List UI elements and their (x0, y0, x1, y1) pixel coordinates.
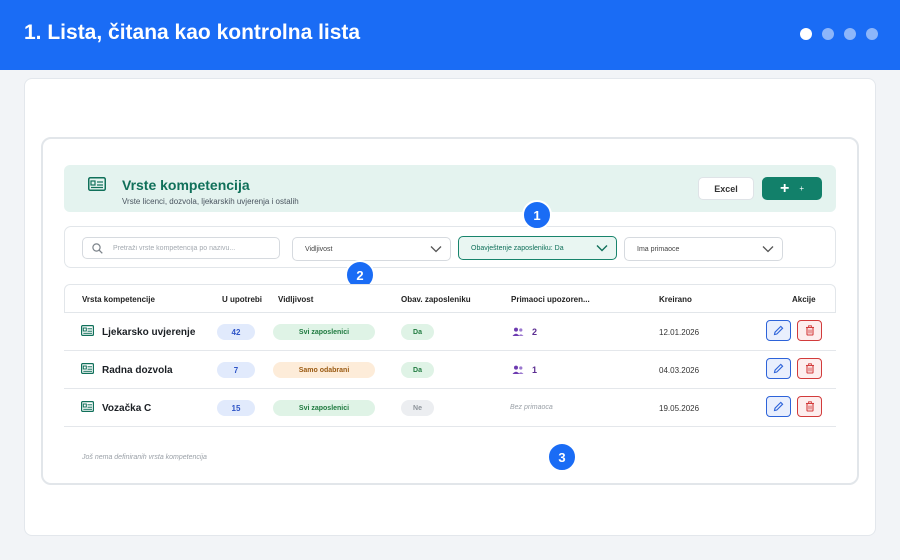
add-button-label: + (799, 183, 804, 193)
trash-icon (805, 363, 814, 374)
competency-name[interactable]: Radna dozvola (102, 365, 173, 376)
step-dot-2[interactable] (822, 28, 834, 40)
visibility-badge: Svi zaposlenici (273, 324, 375, 340)
step-dot-4[interactable] (866, 28, 878, 40)
competency-table: Vrsta kompetencije U upotrebi Vidljivost… (64, 284, 836, 428)
notify-select-value: Obavještenje zaposleniku: Da (471, 245, 564, 252)
in-use-count: 7 (217, 362, 255, 378)
callout-marker-3: 3 (547, 442, 577, 472)
pencil-icon (773, 401, 784, 412)
search-box[interactable] (82, 237, 280, 259)
banner-title: 1. Lista, čitana kao kontrolna lista (24, 21, 361, 44)
col-actions: Akcije (792, 295, 816, 304)
col-name[interactable]: Vrsta kompetencije (82, 295, 155, 304)
edit-button[interactable] (766, 396, 791, 417)
step-dot-3[interactable] (844, 28, 856, 40)
excel-export-button[interactable]: Excel (698, 177, 754, 200)
chevron-down-icon (430, 246, 442, 253)
trash-icon (805, 325, 814, 336)
visibility-select-value: Vidljivost (305, 246, 333, 253)
step-dots (800, 28, 878, 40)
notify-badge: Ne (401, 400, 434, 416)
receivers-count: 2 (532, 327, 538, 337)
id-card-icon (88, 177, 106, 191)
pencil-icon (773, 325, 784, 336)
page-subtitle: Vrste licenci, dozvola, ljekarskih uvjer… (122, 197, 299, 206)
people-icon (512, 327, 524, 336)
col-created[interactable]: Kreirano (659, 295, 692, 304)
add-competency-button[interactable]: + + (762, 177, 822, 200)
page-header: Vrste kompetencija Vrste licenci, dozvol… (64, 165, 836, 212)
step-dot-1[interactable] (800, 28, 812, 40)
edit-button[interactable] (766, 320, 791, 341)
pencil-icon (773, 363, 784, 374)
notify-badge: Da (401, 324, 434, 340)
table-row[interactable]: Radna dozvola 7 Samo odabrani Da 1 04.03… (64, 351, 836, 389)
visibility-badge: Svi zaposlenici (273, 400, 375, 416)
col-visibility[interactable]: Vidljivost (278, 295, 313, 304)
receivers-count: 1 (532, 365, 538, 375)
top-banner: 1. Lista, čitana kao kontrolna lista (0, 0, 900, 70)
people-icon (512, 365, 524, 374)
page-title: Vrste kompetencija (122, 177, 250, 193)
search-icon (92, 243, 103, 254)
col-in-use[interactable]: U upotrebi (222, 295, 262, 304)
created-date: 12.01.2026 (659, 328, 700, 337)
chevron-down-icon (762, 246, 774, 253)
id-card-icon (81, 401, 94, 412)
table-row[interactable]: Vozačka C 15 Svi zaposlenici Ne Bez prim… (64, 389, 836, 427)
in-use-count: 42 (217, 324, 255, 340)
notify-select[interactable]: Obavještenje zaposleniku: Da (458, 236, 617, 260)
created-date: 19.05.2026 (659, 404, 700, 413)
in-use-count: 15 (217, 400, 255, 416)
trash-icon (805, 401, 814, 412)
competency-name[interactable]: Ljekarsko uvjerenje (102, 327, 195, 338)
visibility-select[interactable]: Vidljivost (292, 237, 451, 261)
receivers-select[interactable]: Ima primaoce (624, 237, 783, 261)
table-row[interactable]: Ljekarsko uvjerenje 42 Svi zaposlenici D… (64, 313, 836, 351)
callout-marker-1: 1 (522, 200, 552, 230)
plus-icon: + (779, 179, 790, 197)
id-card-icon (81, 363, 94, 374)
delete-button[interactable] (797, 396, 822, 417)
receivers-none: Bez primaoca (510, 404, 553, 411)
empty-state-note: Još nema definiranih vrsta kompetencija (82, 454, 207, 461)
col-receivers[interactable]: Primaoci upozoren... (511, 295, 590, 304)
col-notify[interactable]: Obav. zaposleniku (401, 295, 471, 304)
delete-button[interactable] (797, 320, 822, 341)
notify-badge: Da (401, 362, 434, 378)
created-date: 04.03.2026 (659, 366, 700, 375)
visibility-badge: Samo odabrani (273, 362, 375, 378)
delete-button[interactable] (797, 358, 822, 379)
chevron-down-icon (596, 245, 608, 252)
edit-button[interactable] (766, 358, 791, 379)
id-card-icon (81, 325, 94, 336)
receivers-select-value: Ima primaoce (637, 246, 680, 253)
search-input[interactable] (113, 239, 275, 257)
competency-name[interactable]: Vozačka C (102, 403, 151, 414)
table-header: Vrsta kompetencije U upotrebi Vidljivost… (64, 284, 836, 313)
